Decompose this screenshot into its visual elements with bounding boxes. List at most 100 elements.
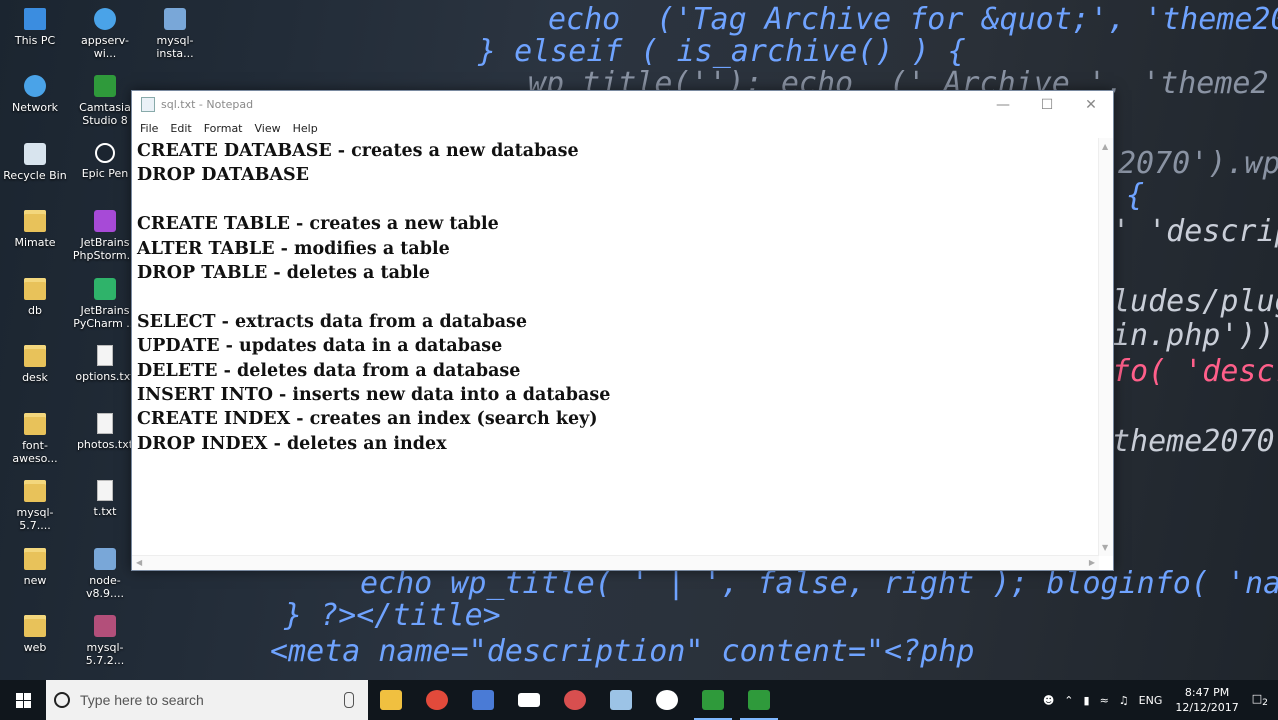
search-placeholder: Type here to search xyxy=(80,692,204,708)
desktop-icon-phpstorm[interactable]: JetBrains PhpStorm... xyxy=(71,210,139,262)
menu-file[interactable]: File xyxy=(134,122,164,135)
text-editor[interactable]: CREATE DATABASE - creates a new database… xyxy=(132,138,1099,556)
desktop-icon-t-txt[interactable]: t.txt xyxy=(71,480,139,518)
desktop-icon-mimate[interactable]: Mimate xyxy=(1,210,69,249)
desktop-icon-recycle-bin[interactable]: Recycle Bin xyxy=(1,143,69,182)
scroll-right-icon[interactable]: ▶ xyxy=(1089,558,1095,567)
desktop-icon-label: photos.txt xyxy=(76,438,134,451)
desktop-icon-label: Network xyxy=(12,101,58,114)
taskbar-chrome[interactable] xyxy=(414,680,460,720)
menu-view[interactable]: View xyxy=(249,122,287,135)
desktop-icon-label: This PC xyxy=(14,34,56,47)
taskbar-mail[interactable] xyxy=(506,680,552,720)
wallpaper-code-line: echo wp_title( ' | ', false, right ); bl… xyxy=(360,566,1278,601)
text-line: UPDATE - updates data in a database xyxy=(137,336,503,357)
scroll-down-icon[interactable]: ▼ xyxy=(1102,543,1108,552)
epic-pen-icon xyxy=(95,143,115,163)
chevron-up-icon[interactable]: ⌃ xyxy=(1059,694,1078,707)
title-bar[interactable]: sql.txt - Notepad — ☐ ✕ xyxy=(132,91,1113,118)
notification-icon[interactable]: □2 xyxy=(1247,692,1278,708)
folder-icon xyxy=(24,548,46,570)
desktop-icon-db[interactable]: db xyxy=(1,278,69,317)
windows-logo-icon xyxy=(15,692,31,708)
desktop-icon-camtasia[interactable]: Camtasia Studio 8 xyxy=(71,75,139,127)
vertical-scrollbar[interactable]: ▲ ▼ xyxy=(1098,138,1113,556)
wallpaper-code-line: ludes/plug xyxy=(1112,284,1278,319)
text-line: DROP TABLE - deletes a table xyxy=(137,262,430,283)
desktop-icon-mysql-installer[interactable]: mysql-insta... xyxy=(141,8,209,60)
desktop-icon-this-pc[interactable]: This PC xyxy=(1,8,69,47)
taskbar-notepad[interactable] xyxy=(598,680,644,720)
desktop-icon-label: web xyxy=(23,641,47,654)
wallpaper-code-line: <meta name="description" content="<?php xyxy=(270,634,975,669)
menu-bar: File Edit Format View Help xyxy=(132,118,1113,138)
desktop-icon-label: db xyxy=(28,304,42,317)
desktop-icon-label: mysql-insta... xyxy=(156,34,194,60)
desktop-icon-web[interactable]: web xyxy=(1,615,69,654)
desktop-icon-label: node-v8.9.... xyxy=(86,574,124,600)
volume-icon[interactable]: ♫ xyxy=(1114,694,1134,707)
desktop-icon-label: Mimate xyxy=(14,236,56,249)
people-icon[interactable]: ☻ xyxy=(1038,694,1059,707)
taskbar-paint-app[interactable] xyxy=(552,680,598,720)
notification-count: 2 xyxy=(1262,697,1268,709)
desktop-icon-label: new xyxy=(23,574,47,587)
camtasia-icon xyxy=(94,75,116,97)
desktop-icon-pycharm[interactable]: JetBrains PyCharm ... xyxy=(71,278,139,330)
horizontal-scrollbar[interactable]: ◀ ▶ xyxy=(132,555,1099,570)
wallpaper-code-line: theme2070' xyxy=(1112,424,1278,459)
desktop-icon-epic-pen[interactable]: Epic Pen xyxy=(71,143,139,180)
wallpaper-code-line: ' 'descrip xyxy=(1112,214,1278,249)
microphone-icon[interactable] xyxy=(344,692,354,708)
notepad-window[interactable]: sql.txt - Notepad — ☐ ✕ File Edit Format… xyxy=(131,90,1114,571)
desktop-icon-photos-txt[interactable]: photos.txt xyxy=(71,413,139,451)
taskbar-camtasia[interactable] xyxy=(690,680,736,720)
notepad-taskbar-icon xyxy=(610,690,632,710)
language-indicator[interactable]: ENG xyxy=(1134,694,1168,707)
desktop-icon-label: desk xyxy=(22,371,48,384)
desktop-icon-mysql-archive[interactable]: mysql-5.7.2... xyxy=(71,615,139,667)
desktop-icon-desk[interactable]: desk xyxy=(1,345,69,384)
desktop-icon-appserv[interactable]: appserv-wi... xyxy=(71,8,139,60)
text-line xyxy=(137,285,1094,309)
desktop-icon-options-txt[interactable]: options.txt xyxy=(71,345,139,383)
close-button[interactable]: ✕ xyxy=(1069,91,1113,118)
menu-format[interactable]: Format xyxy=(198,122,249,135)
scroll-left-icon[interactable]: ◀ xyxy=(136,558,142,567)
minimize-button[interactable]: — xyxy=(981,91,1025,118)
phpstorm-icon xyxy=(94,210,116,232)
menu-edit[interactable]: Edit xyxy=(164,122,197,135)
wallpaper-code-line: fo( 'descr xyxy=(1112,354,1278,389)
taskbar-search-box[interactable]: Type here to search xyxy=(46,680,368,720)
folder-icon xyxy=(24,345,46,367)
taskbar-epic-pen[interactable] xyxy=(644,680,690,720)
taskbar-network-app[interactable] xyxy=(460,680,506,720)
wallpaper-code-line: } ?></title> xyxy=(284,598,501,633)
taskbar-camtasia-recorder[interactable] xyxy=(736,680,782,720)
desktop-icon-label: mysql-5.7.... xyxy=(16,506,54,532)
desktop-icon-label: JetBrains PhpStorm... xyxy=(72,236,138,262)
installer-icon xyxy=(164,8,186,30)
maximize-button[interactable]: ☐ xyxy=(1025,91,1069,118)
pycharm-icon xyxy=(94,278,116,300)
file-explorer-icon xyxy=(380,690,402,710)
start-button[interactable] xyxy=(0,680,46,720)
desktop-icon-node[interactable]: node-v8.9.... xyxy=(71,548,139,600)
scroll-up-icon[interactable]: ▲ xyxy=(1102,142,1108,151)
battery-icon[interactable]: ▮ xyxy=(1079,694,1095,707)
desktop-icon-mysql-folder[interactable]: mysql-5.7.... xyxy=(1,480,69,532)
menu-help[interactable]: Help xyxy=(287,122,324,135)
text-line: CREATE INDEX - creates an index (search … xyxy=(137,409,598,430)
archive-icon xyxy=(94,615,116,637)
desktop-icon-network[interactable]: Network xyxy=(1,75,69,114)
network-icon xyxy=(24,75,46,97)
wifi-icon[interactable]: ≈ xyxy=(1095,694,1114,707)
taskbar-file-explorer[interactable] xyxy=(368,680,414,720)
text-line: SELECT - extracts data from a database xyxy=(137,311,528,332)
clock[interactable]: 8:47 PM 12/12/2017 xyxy=(1167,685,1246,715)
desktop-icon-font-awesome[interactable]: font-aweso... xyxy=(1,413,69,465)
desktop-icon-label: font-aweso... xyxy=(12,439,58,465)
desktop-icon-new[interactable]: new xyxy=(1,548,69,587)
clock-date: 12/12/2017 xyxy=(1175,701,1239,714)
desktop-icon-label: Epic Pen xyxy=(81,167,129,180)
